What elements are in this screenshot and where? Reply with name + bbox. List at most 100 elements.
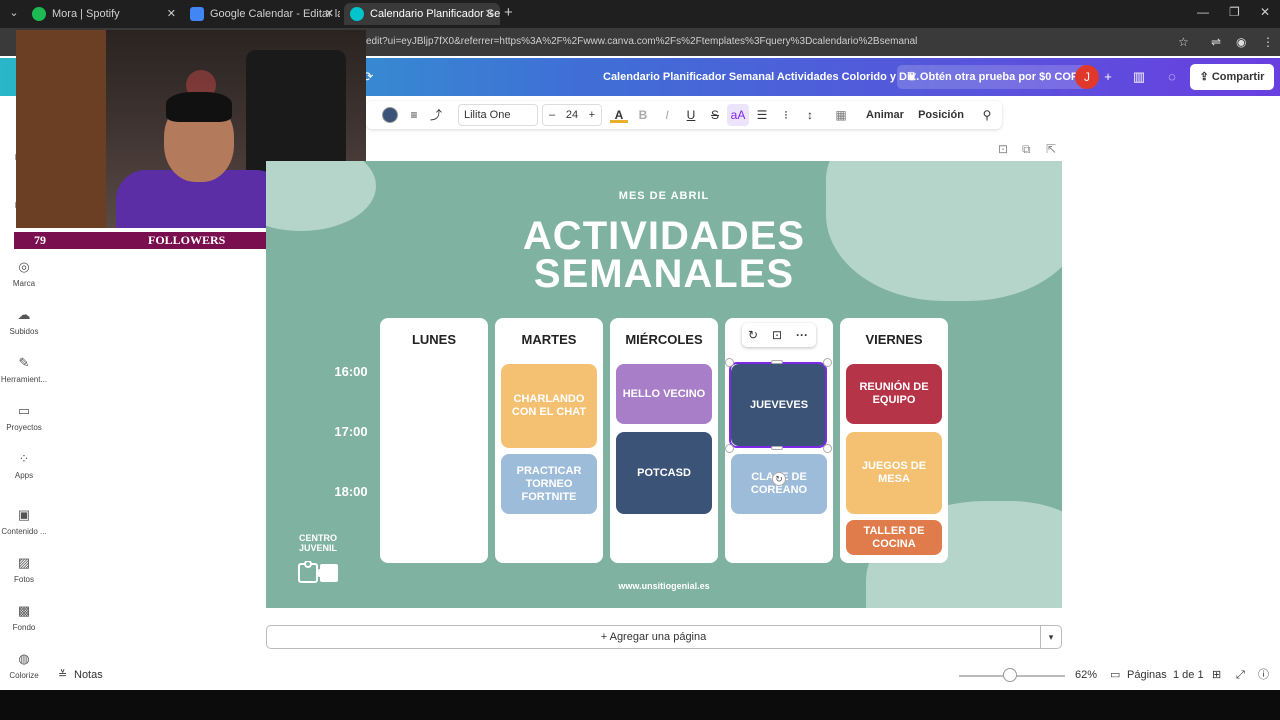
activity-block[interactable]: POTCASD [616, 432, 712, 514]
comment-icon[interactable]: ◌ [1160, 65, 1184, 89]
resize-handle[interactable] [771, 360, 783, 364]
resize-handle[interactable] [725, 444, 734, 453]
sidebar-item-apps[interactable]: ⁘ Apps [0, 450, 48, 480]
sidebar-item-brand[interactable]: ◎ Marca [0, 258, 48, 288]
italic-icon[interactable]: I [658, 101, 676, 129]
close-icon[interactable]: ✕ [167, 3, 176, 25]
activity-block[interactable]: CHARLANDO CON EL CHAT [501, 364, 597, 448]
activity-block[interactable]: TALLER DE COCINA [846, 520, 942, 555]
close-icon[interactable]: ✕ [485, 3, 494, 25]
new-tab-button[interactable]: + [504, 4, 513, 21]
day-column-martes[interactable]: MARTES CHARLANDO CON EL CHAT PRACTICAR T… [495, 318, 603, 563]
align-center-icon[interactable]: ☰ [753, 101, 771, 129]
window-close-icon[interactable]: ✕ [1260, 5, 1270, 19]
canva-icon [350, 7, 364, 21]
document-title[interactable]: Calendario Planificador Semanal Activida… [603, 58, 919, 96]
share-button[interactable]: ⇪ Compartir [1190, 64, 1274, 90]
position-button[interactable]: Posición [918, 101, 964, 129]
resize-handle[interactable] [725, 358, 734, 367]
help-icon[interactable]: ⓘ [1258, 661, 1269, 690]
url-field[interactable]: edit?ui=eyJBljp7fX0&referrer=https%3A%2F… [366, 28, 917, 56]
rotate-icon[interactable]: ↻ [772, 472, 786, 486]
profile-icon[interactable]: ◉ [1236, 35, 1246, 49]
extensions-icon[interactable]: ⇌ [1211, 35, 1221, 49]
resize-handle[interactable] [823, 444, 832, 453]
text-color-icon[interactable]: A [610, 101, 628, 123]
curve-icon[interactable]: ⤴ [428, 101, 444, 129]
add-page-icon[interactable]: ⇱ [1046, 142, 1056, 156]
day-column-lunes[interactable]: LUNES [380, 318, 488, 563]
browser-menu-icon[interactable]: ⋮ [1262, 35, 1274, 49]
sidebar-item-projects[interactable]: ▭ Proyectos [0, 402, 48, 432]
pages-icon[interactable]: ▭ [1110, 661, 1120, 690]
sidebar-item-magic-media[interactable]: ▣ Contenido ... [0, 506, 48, 536]
notes-button[interactable]: Notas [74, 661, 103, 690]
day-column-viernes[interactable]: VIERNES REUNIÓN DE EQUIPO JUEGOS DE MESA… [840, 318, 948, 563]
tab-spotify[interactable]: Mora | Spotify ✕ [26, 3, 182, 25]
bookmark-star-icon[interactable]: ☆ [1178, 35, 1189, 49]
sidebar-item-colorize[interactable]: ◍ Colorize [0, 650, 48, 680]
zoom-value[interactable]: 62% [1075, 661, 1097, 690]
font-size-stepper[interactable]: – 24 + [542, 104, 602, 126]
title-line-2[interactable]: SEMANALES [266, 254, 1062, 294]
brand-icon: ◎ [18, 259, 30, 274]
lock-icon[interactable]: ⊡ [772, 323, 782, 347]
tab-google-calendar[interactable]: Google Calendar - Editar la agenda ✕ [184, 3, 340, 25]
zoom-slider-thumb[interactable] [1003, 668, 1017, 682]
activity-block[interactable]: REUNIÓN DE EQUIPO [846, 364, 942, 424]
minimize-icon[interactable]: — [1197, 5, 1209, 19]
animate-button[interactable]: Animar [864, 101, 906, 129]
add-collaborator-icon[interactable]: + [1096, 65, 1120, 89]
sidebar-item-background[interactable]: ▩ Fondo [0, 602, 48, 632]
duplicate-page-icon[interactable]: ⧉ [1022, 142, 1031, 157]
more-options-icon[interactable]: ··· [796, 323, 808, 347]
notes-icon[interactable]: ≚ [58, 661, 67, 690]
bold-icon[interactable]: B [634, 101, 652, 129]
insights-icon[interactable]: ▥ [1127, 65, 1151, 89]
decrease-size-icon[interactable]: – [549, 105, 555, 125]
list-icon[interactable]: ⁝ [777, 101, 795, 129]
logo-text[interactable]: CENTRO JUVENIL [294, 533, 342, 553]
strikethrough-icon[interactable]: S [706, 101, 724, 129]
time-label[interactable]: 17:00 [326, 424, 376, 439]
increase-size-icon[interactable]: + [589, 105, 595, 125]
close-icon[interactable]: ✕ [325, 3, 334, 25]
day-column-jueves[interactable]: JUEVES JUEVEVES CLASE DE COREANO ↻ ⊡ ···… [725, 318, 833, 563]
text-color-swatch[interactable] [382, 107, 398, 123]
resize-handle[interactable] [823, 358, 832, 367]
trial-button[interactable]: ♛ Obtén otra prueba por $0 COP [897, 65, 1089, 89]
font-family-select[interactable]: Lilita One [458, 104, 538, 126]
chevron-down-icon[interactable]: ▾ [1040, 625, 1062, 649]
pages-button[interactable]: Páginas [1127, 661, 1167, 690]
time-label[interactable]: 18:00 [326, 484, 376, 499]
month-label[interactable]: MES DE ABRIL [266, 190, 1062, 202]
sidebar-item-photos[interactable]: ▨ Fotos [0, 554, 48, 584]
tab-search-icon[interactable]: ⌄ [6, 5, 22, 21]
text-case-icon[interactable]: aA [727, 104, 749, 126]
website-text[interactable]: www.unsitiogenial.es [266, 581, 1062, 591]
lock-page-icon[interactable]: ⊡ [998, 142, 1008, 156]
day-column-miercoles[interactable]: MIÉRCOLES HELLO VECINO POTCASD [610, 318, 718, 563]
add-page-button[interactable]: + Agregar una página [266, 625, 1041, 649]
transparency-icon[interactable]: ▦ [832, 101, 850, 129]
time-label[interactable]: 16:00 [326, 364, 376, 379]
title-line-1[interactable]: ACTIVIDADES [266, 216, 1062, 256]
design-canvas[interactable]: MES DE ABRIL ACTIVIDADES SEMANALES 16:00… [266, 161, 1062, 608]
sidebar-item-uploads[interactable]: ☁ Subidos [0, 306, 48, 336]
font-size-value[interactable]: 24 [566, 109, 578, 121]
colorize-icon: ◍ [18, 651, 30, 666]
resize-handle[interactable] [771, 446, 783, 450]
spacing-icon[interactable]: ↕ [801, 101, 819, 129]
tab-canva[interactable]: Calendario Planificador Semanal ✕ [344, 3, 500, 25]
activity-block[interactable]: PRACTICAR TORNEO FORTNITE [501, 454, 597, 514]
fullscreen-icon[interactable]: ⤢ [1236, 661, 1245, 690]
line-weight-icon[interactable]: ≡ [406, 101, 422, 129]
underline-icon[interactable]: U [682, 101, 700, 129]
regenerate-icon[interactable]: ↻ [748, 323, 758, 347]
grid-view-icon[interactable]: ⊞ [1212, 661, 1221, 690]
activity-block[interactable]: HELLO VECINO [616, 364, 712, 424]
sidebar-item-tools[interactable]: ✎ Herramient... [0, 354, 48, 384]
activity-block[interactable]: JUEGOS DE MESA [846, 432, 942, 514]
copy-style-icon[interactable]: ⚲ [978, 101, 996, 129]
restore-icon[interactable]: ❐ [1229, 5, 1240, 19]
